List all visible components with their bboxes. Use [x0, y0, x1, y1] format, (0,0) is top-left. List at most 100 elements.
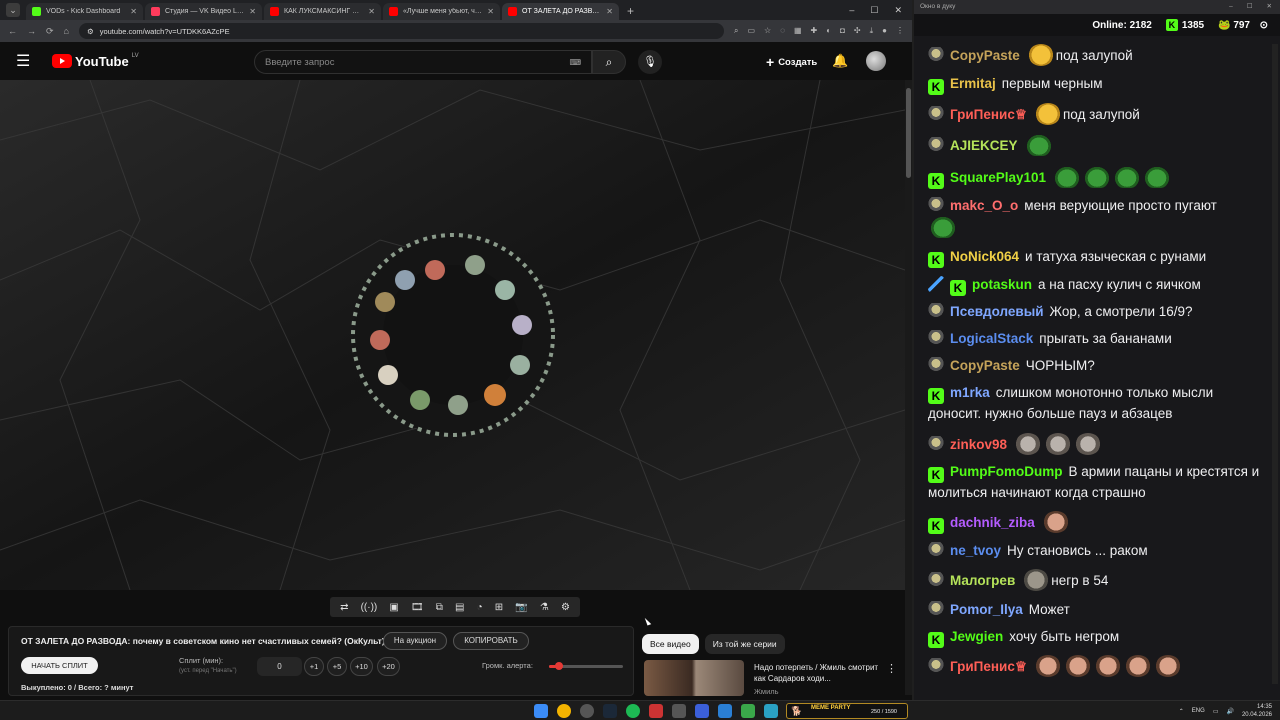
camera-icon[interactable]: 📷: [515, 602, 527, 613]
chat-username[interactable]: potaskun: [972, 277, 1032, 292]
channel-name[interactable]: Жмиль: [754, 687, 779, 696]
speed-icon[interactable]: ◔: [477, 602, 483, 613]
clock[interactable]: 14:35 20.04.2026: [1242, 703, 1272, 719]
tab-close-icon[interactable]: ✕: [487, 7, 494, 16]
volume-icon[interactable]: 🔊: [1226, 708, 1233, 715]
back-icon[interactable]: ←: [8, 26, 17, 36]
chat-username[interactable]: ГриПенис♕: [950, 107, 1027, 122]
extension-icon[interactable]: ◘: [840, 26, 845, 36]
search-button[interactable]: ⌕: [592, 50, 626, 74]
app-icon[interactable]: [672, 704, 686, 718]
screencast-icon[interactable]: ▣: [389, 602, 398, 613]
more-options-icon[interactable]: ⋮: [886, 662, 897, 675]
chat-username[interactable]: NoNick064: [950, 249, 1019, 264]
browser-tab[interactable]: VODs - Kick Dashboard ✕: [26, 3, 143, 20]
puzzle-icon[interactable]: ✣: [854, 26, 861, 36]
search-input[interactable]: Введите запрос ⌨: [254, 50, 592, 74]
alert-volume-slider[interactable]: [549, 662, 623, 670]
site-info-icon[interactable]: ⚙: [87, 27, 94, 36]
minimize-icon[interactable]: –: [849, 5, 854, 16]
browser-tab[interactable]: «Лучше меня убьют, чем на ✕: [383, 3, 500, 20]
close-icon[interactable]: ✕: [894, 5, 902, 16]
add-icon[interactable]: ⊞: [495, 602, 503, 613]
windows-start-icon[interactable]: [534, 704, 548, 718]
tab-close-icon[interactable]: ✕: [368, 7, 375, 16]
chat-username[interactable]: SquarePlay101: [950, 170, 1046, 185]
chat-username[interactable]: dachnik_ziba: [950, 515, 1035, 530]
lang-indicator[interactable]: ENG: [1192, 708, 1205, 714]
chat-username[interactable]: Pomor_Ilya: [950, 602, 1023, 617]
extension-icon[interactable]: ✚: [811, 26, 818, 36]
split-minutes-input[interactable]: 0: [257, 657, 302, 676]
reload-icon[interactable]: ⟳: [46, 26, 54, 37]
tab-close-icon[interactable]: ✕: [130, 7, 137, 16]
zoom-icon[interactable]: ⌕: [734, 26, 738, 36]
app-icon[interactable]: [649, 704, 663, 718]
gear-icon[interactable]: ⚙: [561, 602, 570, 613]
youtube-logo[interactable]: YouTube LV: [52, 53, 139, 69]
chat-scrollbar[interactable]: [1272, 44, 1278, 684]
keyboard-icon[interactable]: ⌨: [569, 58, 581, 67]
extension-icon[interactable]: ◌: [780, 26, 785, 36]
chat-username[interactable]: CopyPaste: [950, 48, 1020, 63]
audio-icon[interactable]: ((·)): [361, 602, 378, 613]
forward-icon[interactable]: →: [27, 26, 36, 36]
profile-icon[interactable]: ●: [882, 26, 887, 36]
auction-button[interactable]: На аукцион: [383, 632, 447, 650]
flask-icon[interactable]: ⚗: [540, 602, 549, 613]
maximize-icon[interactable]: ☐: [1247, 0, 1253, 14]
settings-icon[interactable]: ⊙: [1260, 20, 1268, 31]
chat-username[interactable]: CopyPaste: [950, 358, 1020, 373]
video-player[interactable]: [0, 80, 905, 590]
step-plus-10-button[interactable]: +10: [350, 657, 373, 676]
slider-knob[interactable]: [555, 662, 564, 670]
telegram-icon[interactable]: [764, 704, 778, 718]
spotify-icon[interactable]: [626, 704, 640, 718]
steam-icon[interactable]: [603, 704, 617, 718]
tab-close-icon[interactable]: ✕: [249, 7, 256, 16]
chevron-up-icon[interactable]: ⌃: [1179, 708, 1184, 715]
menu-dots-icon[interactable]: ⋮: [896, 26, 904, 36]
copy-button[interactable]: КОПИРОВАТЬ: [453, 632, 529, 650]
download-icon[interactable]: ⤓: [870, 26, 874, 36]
app-icon[interactable]: [741, 704, 755, 718]
chat-username[interactable]: zinkov98: [950, 437, 1007, 452]
tab-search-icon[interactable]: ⌄: [6, 3, 20, 17]
browser-tab[interactable]: ОТ ЗАЛЕТА ДО РАЗВОДА: поч ✕: [502, 3, 619, 20]
chip-all-videos[interactable]: Все видео: [642, 634, 699, 654]
related-video-item[interactable]: Надо потерпеть / Жмиль смотрит как Сарда…: [644, 660, 904, 696]
scrollbar-thumb[interactable]: [906, 88, 911, 178]
new-tab-button[interactable]: +: [621, 4, 640, 20]
tab-close-icon[interactable]: ✕: [606, 7, 613, 16]
chat-username[interactable]: Псевдолевый: [950, 304, 1044, 319]
step-plus-1-button[interactable]: +1: [304, 657, 324, 676]
pip-icon[interactable]: ⧉: [436, 602, 443, 613]
chat-username[interactable]: LogicalStack: [950, 331, 1033, 346]
step-plus-5-button[interactable]: +5: [327, 657, 347, 676]
chat-username[interactable]: makc_O_o: [950, 198, 1018, 213]
close-icon[interactable]: ✕: [1267, 0, 1272, 14]
extension-icon[interactable]: ◐: [826, 26, 831, 36]
chrome-icon[interactable]: [557, 704, 571, 718]
maximize-icon[interactable]: ☐: [870, 5, 878, 16]
chip-same-series[interactable]: Из той же серии: [704, 634, 785, 654]
video-thumbnail[interactable]: [644, 660, 744, 696]
chat-username[interactable]: ГриПенис♕: [950, 659, 1027, 674]
extension-icon[interactable]: ▦: [794, 26, 802, 36]
chat-username[interactable]: AJIEKCEY: [950, 138, 1018, 153]
start-split-button[interactable]: НАЧАТЬ СПЛИТ: [21, 657, 98, 674]
step-plus-20-button[interactable]: +20: [377, 657, 400, 676]
film-icon[interactable]: 🎞: [411, 602, 424, 613]
minimize-icon[interactable]: –: [1229, 0, 1233, 14]
cast-icon[interactable]: ▭: [747, 26, 755, 36]
page-scrollbar[interactable]: [905, 80, 912, 695]
chat-username[interactable]: Малогрев: [950, 573, 1015, 588]
chat-username[interactable]: m1rka: [950, 385, 990, 400]
loop-icon[interactable]: ⇄: [340, 602, 348, 613]
browser-tab[interactable]: КАК ЛУКСМАКСИНГ СДЕЛАЛ ✕: [264, 3, 381, 20]
chat-username[interactable]: ne_tvoy: [950, 543, 1001, 558]
voice-search-button[interactable]: 🎙: [638, 50, 662, 74]
chat-username[interactable]: PumpFomoDump: [950, 464, 1063, 479]
bookmark-star-icon[interactable]: ☆: [764, 26, 771, 36]
chat-username[interactable]: Ermitaj: [950, 76, 996, 91]
